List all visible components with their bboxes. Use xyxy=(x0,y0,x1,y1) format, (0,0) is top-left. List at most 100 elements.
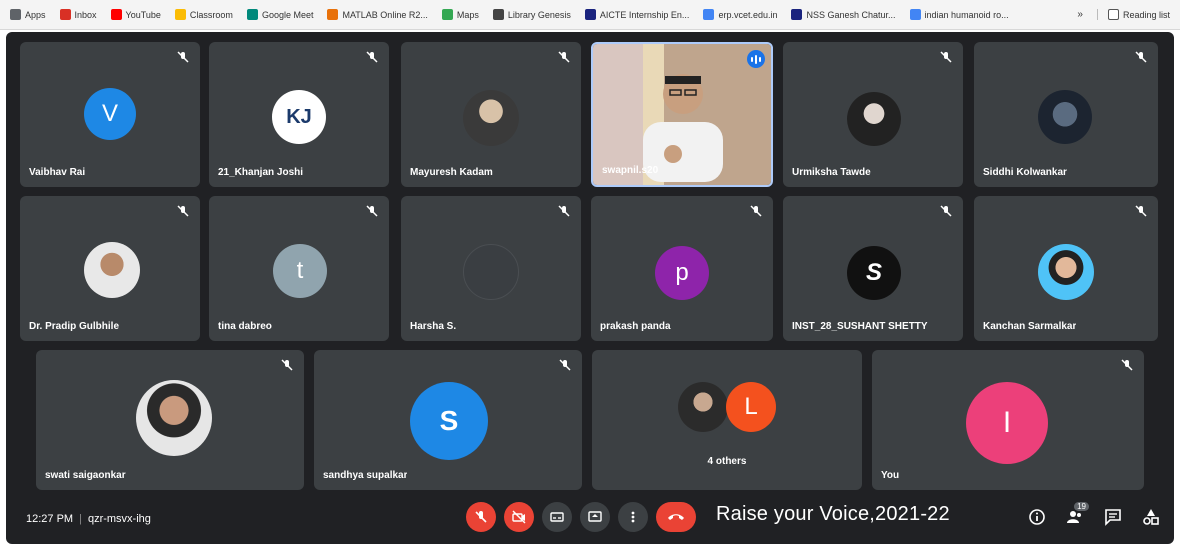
participant-name: Kanchan Sarmalkar xyxy=(983,321,1077,332)
participant-name: Mayuresh Kadam xyxy=(410,167,493,178)
captions-icon xyxy=(550,512,564,522)
mic-off-icon xyxy=(1135,205,1147,217)
participant-tile[interactable]: Dr. Pradip Gulbhile xyxy=(20,196,200,341)
bookmarks-bar: Apps Inbox YouTube Classroom Google Meet… xyxy=(0,0,1180,30)
bookmark-erp[interactable]: erp.vcet.edu.in xyxy=(703,9,777,20)
bookmark-matlab[interactable]: MATLAB Online R2... xyxy=(327,9,428,20)
globe-icon xyxy=(703,9,715,20)
overlay-banner-text: Raise your Voice,2021-22 xyxy=(716,503,950,525)
avatar: I xyxy=(966,382,1048,464)
mic-off-icon xyxy=(750,205,762,217)
chat-button[interactable] xyxy=(1102,506,1124,528)
right-controls: 19 xyxy=(1026,502,1162,528)
avatar: V xyxy=(84,88,136,140)
participant-tile[interactable]: t tina dabreo xyxy=(209,196,389,341)
participant-video-person xyxy=(643,74,723,182)
avatar: L xyxy=(726,382,776,432)
bookmark-nss[interactable]: NSS Ganesh Chatur... xyxy=(791,9,896,20)
matlab-icon xyxy=(327,9,339,20)
bookmark-apps[interactable]: Apps xyxy=(10,9,46,20)
participant-tile[interactable]: KJ 21_Khanjan Joshi xyxy=(209,42,389,187)
mic-off-icon xyxy=(1121,359,1133,371)
participant-tile[interactable]: Urmiksha Tawde xyxy=(783,42,963,187)
participant-tile[interactable]: Harsha S. xyxy=(401,196,581,341)
speaking-indicator-icon xyxy=(747,50,765,68)
microphone-button[interactable] xyxy=(466,502,496,532)
participant-tile[interactable]: S sandhya supalkar xyxy=(314,350,582,490)
participant-name: sandhya supalkar xyxy=(323,470,408,481)
leave-call-button[interactable] xyxy=(656,502,696,532)
bookmark-classroom[interactable]: Classroom xyxy=(174,9,233,20)
captions-button[interactable] xyxy=(542,502,572,532)
avatar xyxy=(847,92,901,146)
avatar xyxy=(678,382,728,432)
avatar xyxy=(1038,244,1094,300)
meeting-code: qzr-msvx-ihg xyxy=(87,513,151,525)
participant-tile[interactable]: Mayuresh Kadam xyxy=(401,42,581,187)
mic-off-icon xyxy=(366,51,378,63)
people-count-badge: 19 xyxy=(1074,502,1089,511)
apps-grid-icon xyxy=(10,9,21,20)
participant-name: swati saigaonkar xyxy=(45,470,126,481)
others-count-label: 4 others xyxy=(707,456,747,467)
bookmark-aicte[interactable]: AICTE Internship En... xyxy=(584,9,689,20)
mic-off-icon xyxy=(559,359,571,371)
avatar: t xyxy=(273,244,327,298)
people-button[interactable]: 19 xyxy=(1064,502,1089,528)
participant-tile-speaking[interactable]: swapnil.s20 xyxy=(591,42,773,187)
camera-button[interactable] xyxy=(504,502,534,532)
present-button[interactable] xyxy=(580,502,610,532)
avatar: KJ xyxy=(272,90,326,144)
classroom-icon xyxy=(174,9,186,20)
reading-list-button[interactable]: Reading list xyxy=(1096,9,1170,20)
bookmark-google-meet[interactable]: Google Meet xyxy=(246,9,313,20)
mic-off-icon xyxy=(177,51,189,63)
book-icon xyxy=(492,9,504,20)
bookmark-library-genesis[interactable]: Library Genesis xyxy=(492,9,571,20)
mic-off-icon xyxy=(281,359,293,371)
mic-off-icon xyxy=(475,511,487,523)
avatar xyxy=(136,380,212,456)
participant-tile[interactable]: Siddhi Kolwankar xyxy=(974,42,1158,187)
present-screen-icon xyxy=(588,511,602,522)
chat-icon xyxy=(1105,509,1121,526)
participant-name: You xyxy=(881,470,900,481)
participant-name: Vaibhav Rai xyxy=(29,167,86,178)
bookmark-maps[interactable]: Maps xyxy=(441,9,479,20)
meeting-time: 12:27 PM xyxy=(26,513,74,525)
mic-off-icon xyxy=(558,205,570,217)
mic-off-icon xyxy=(558,51,570,63)
maps-pin-icon xyxy=(441,9,453,20)
phone-hangup-icon xyxy=(668,514,684,520)
meeting-details-button[interactable] xyxy=(1026,506,1048,528)
avatar: S xyxy=(847,246,901,300)
gmail-icon xyxy=(59,9,71,20)
mic-off-icon xyxy=(366,205,378,217)
mic-off-icon xyxy=(940,51,952,63)
bookmark-humanoid[interactable]: indian humanoid ro... xyxy=(909,9,1009,20)
participant-name: Siddhi Kolwankar xyxy=(983,167,1067,178)
participant-tile[interactable]: V Vaibhav Rai xyxy=(20,42,200,187)
meet-icon xyxy=(246,9,258,20)
more-vertical-icon xyxy=(631,511,635,523)
participant-tile[interactable]: swati saigaonkar xyxy=(36,350,304,490)
bookmark-inbox[interactable]: Inbox xyxy=(59,9,97,20)
more-options-button[interactable] xyxy=(618,502,648,532)
participant-tile-self[interactable]: I You xyxy=(872,350,1144,490)
bookmark-youtube[interactable]: YouTube xyxy=(110,9,161,20)
activities-shapes-icon xyxy=(1143,509,1159,525)
mic-off-icon xyxy=(1135,51,1147,63)
participant-name: Dr. Pradip Gulbhile xyxy=(29,321,120,332)
participant-tile[interactable]: p prakash panda xyxy=(591,196,773,341)
avatar xyxy=(463,244,519,300)
activities-button[interactable] xyxy=(1140,506,1162,528)
participant-tile[interactable]: Kanchan Sarmalkar xyxy=(974,196,1158,341)
participant-tile-group[interactable]: L 4 others xyxy=(592,350,862,490)
mic-off-icon xyxy=(177,205,189,217)
center-controls xyxy=(466,502,696,532)
participant-name: Urmiksha Tawde xyxy=(792,167,871,178)
participant-tile[interactable]: S INST_28_SUSHANT SHETTY xyxy=(783,196,963,341)
reading-list-icon xyxy=(1107,9,1119,20)
avatar xyxy=(1038,90,1092,144)
more-bookmarks-icon[interactable]: » xyxy=(1077,9,1083,20)
